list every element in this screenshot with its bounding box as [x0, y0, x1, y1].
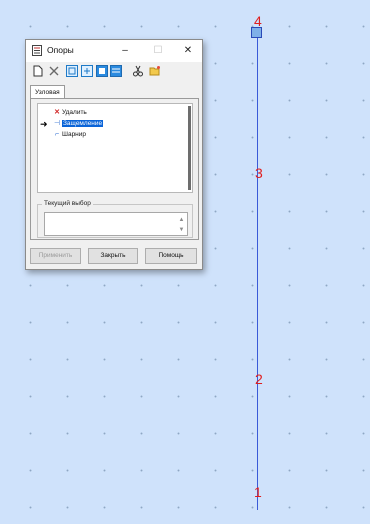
- beam-line[interactable]: [257, 30, 258, 510]
- minimize-button[interactable]: –: [114, 43, 136, 59]
- current-selection-label: Текущий выбор: [42, 199, 93, 209]
- node-view-3-icon[interactable]: [96, 65, 108, 77]
- node-label-3: 3: [255, 165, 263, 181]
- maximize-button[interactable]: ☐: [147, 43, 169, 59]
- node-label-2: 2: [255, 371, 263, 387]
- tab-panel: ✕ Удалить ➜ ⊣ Защемление ⌐ Шарнир Текущий в…: [30, 98, 199, 240]
- help-button[interactable]: Помощь: [145, 248, 197, 264]
- dialog-title: Опоры: [47, 45, 74, 55]
- open-folder-icon[interactable]: [149, 65, 161, 77]
- supports-dialog: Опоры – ☐ ✕ Узловая ✕ Удалить ➜ ⊣ Защемл…: [25, 39, 203, 270]
- hinge-support-icon: ⌐: [54, 131, 60, 138]
- node-view-2-icon[interactable]: [81, 65, 93, 77]
- delete-icon[interactable]: [48, 65, 60, 77]
- node-view-1-icon[interactable]: [66, 65, 78, 77]
- current-selection-group: Текущий выбор ▲ ▼: [37, 199, 193, 238]
- scroll-up-icon[interactable]: ▲: [177, 215, 186, 225]
- close-button[interactable]: Закрыть: [88, 248, 138, 264]
- current-pointer-arrow-icon: ➜: [40, 119, 48, 129]
- red-x-icon: ✕: [54, 109, 60, 116]
- list-scrollbar[interactable]: [188, 106, 191, 190]
- list-item-hinge[interactable]: ⌐ Шарнир: [52, 130, 86, 140]
- node-label-4: 4: [254, 13, 262, 29]
- close-window-button[interactable]: ✕: [177, 43, 199, 59]
- list-item-fixed[interactable]: ⊣ Защемление: [52, 119, 104, 129]
- fixed-support-icon: ⊣: [53, 120, 61, 127]
- current-selection-field[interactable]: ▲ ▼: [44, 212, 188, 236]
- support-type-list: ✕ Удалить ➜ ⊣ Защемление ⌐ Шарнир: [37, 103, 193, 193]
- supports-app-icon: [32, 45, 42, 56]
- dialog-toolbar: [26, 63, 202, 81]
- new-icon[interactable]: [32, 65, 44, 77]
- scroll-down-icon[interactable]: ▼: [177, 225, 186, 235]
- dialog-titlebar[interactable]: Опоры – ☐ ✕: [26, 40, 202, 62]
- node-label-1: 1: [254, 484, 262, 500]
- list-item-delete[interactable]: ✕ Удалить: [52, 108, 87, 118]
- node-view-4-icon[interactable]: [110, 65, 122, 77]
- apply-button[interactable]: Применить: [30, 248, 81, 264]
- cut-icon[interactable]: [132, 65, 144, 77]
